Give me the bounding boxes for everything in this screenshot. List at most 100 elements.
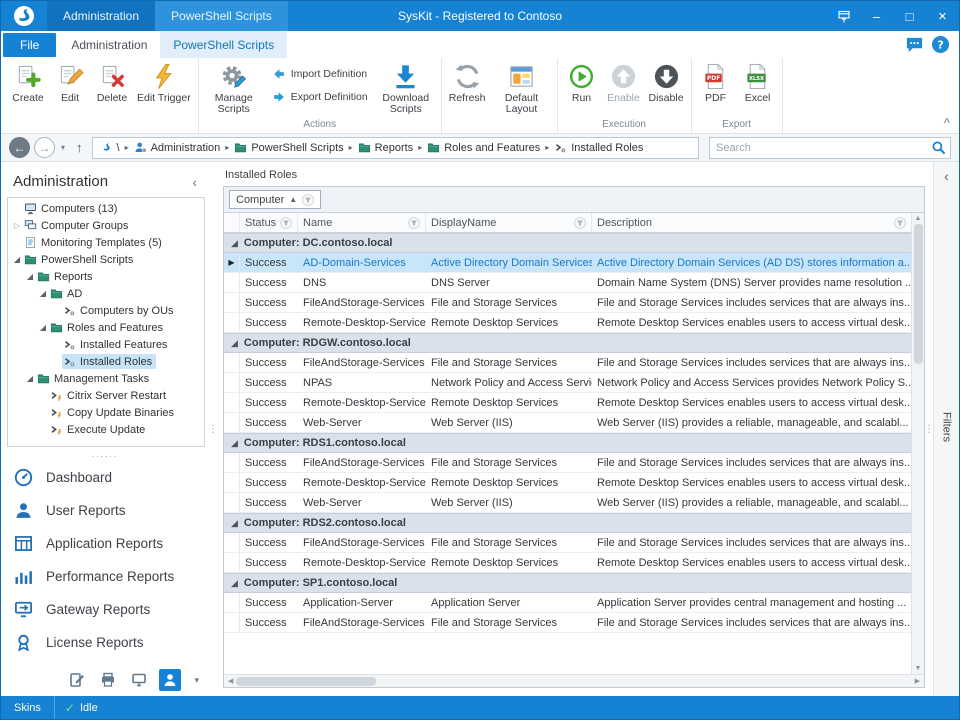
ribbon-button-edit-trigger[interactable]: Edit Trigger [133,60,195,107]
close-button[interactable]: × [926,1,959,31]
breadcrumb-root[interactable]: \ [97,141,123,154]
sidebar-item-user-reports[interactable]: User Reports [1,494,209,527]
scroll-right-icon[interactable]: ▶ [915,677,920,685]
sidebar-item-performance-reports[interactable]: Performance Reports [1,560,209,593]
scroll-left-icon[interactable]: ◀ [228,677,233,685]
table-row[interactable]: ▶SuccessAD-Domain-ServicesActive Directo… [224,253,911,273]
feedback-chat-icon[interactable] [905,35,924,54]
sidebar-splitter-handle[interactable]: ...... [1,447,209,461]
group-row[interactable]: ◢Computer: RDS1.contoso.local [224,433,911,453]
ribbon-button-create[interactable]: Create [7,60,49,107]
sidebar-item-application-reports[interactable]: Application Reports [1,527,209,560]
filter-icon[interactable] [408,217,420,229]
horizontal-scrollbar[interactable]: ◀ ▶ [224,674,924,687]
table-row[interactable]: SuccessFileAndStorage-ServicesFile and S… [224,293,911,313]
tree-item-computers-by-ous[interactable]: Computers by OUs [8,302,204,319]
scrollbar-thumb[interactable] [914,224,923,364]
table-row[interactable]: SuccessWeb-ServerWeb Server (IIS)Web Ser… [224,493,911,513]
table-row[interactable]: SuccessRemote-Desktop-ServicesRemote Des… [224,313,911,333]
scroll-down-icon[interactable]: ▼ [915,665,922,672]
skins-button[interactable]: Skins [1,696,55,719]
search-icon[interactable] [931,140,950,155]
expanded-expander-icon[interactable]: ◢ [24,272,36,281]
breadcrumb-item-installed-roles[interactable]: Installed Roles [551,141,646,154]
tree-item-installed-features[interactable]: Installed Features [8,336,204,353]
ribbon-button-enable[interactable]: Enable [603,60,645,107]
table-row[interactable]: SuccessDNSDNS ServerDomain Name System (… [224,273,911,293]
sidebar-splitter[interactable]: ⋮ [209,162,217,696]
titlebar-tab-administration[interactable]: Administration [47,1,155,31]
ribbon-button-excel[interactable]: XLSXExcel [737,60,779,107]
ribbon-tab-administration[interactable]: Administration [58,31,160,58]
expanded-expander-icon[interactable]: ◢ [37,289,49,298]
filter-icon[interactable] [574,217,586,229]
table-row[interactable]: SuccessApplication-ServerApplication Ser… [224,593,911,613]
tree-item-citrix-server-restart[interactable]: Citrix Server Restart [8,387,204,404]
ribbon-button-disable[interactable]: Disable [645,60,688,107]
group-by-pill[interactable]: Computer ▲ [229,190,321,209]
ribbon-button-pdf[interactable]: PDFPDF [695,60,737,107]
table-row[interactable]: SuccessNPASNetwork Policy and Access Ser… [224,373,911,393]
filters-splitter[interactable]: ⋮ [925,162,933,696]
ribbon-button-download-scripts[interactable]: Download Scripts [374,60,438,118]
group-row[interactable]: ◢Computer: RDS2.contoso.local [224,513,911,533]
tree-item-monitoring-templates-5[interactable]: Monitoring Templates (5) [8,234,204,251]
ribbon-button-default-layout[interactable]: Default Layout [490,60,554,118]
ribbon-button-run[interactable]: Run [561,60,603,107]
ribbon-tab-powershell-scripts[interactable]: PowerShell Scripts [160,31,287,58]
ribbon-button-edit[interactable]: Edit [49,60,91,107]
ribbon-button-refresh[interactable]: Refresh [445,60,490,107]
filter-icon[interactable] [280,217,292,229]
table-row[interactable]: SuccessFileAndStorage-ServicesFile and S… [224,353,911,373]
breadcrumb-item-roles-and-features[interactable]: Roles and Features [424,141,543,154]
expanded-expander-icon[interactable]: ◢ [37,323,49,332]
back-button[interactable]: ← [9,137,30,158]
tree-item-ad[interactable]: ◢AD [8,285,204,302]
sidebar-item-dashboard[interactable]: Dashboard [1,461,209,494]
tree-item-roles-and-features[interactable]: ◢Roles and Features [8,319,204,336]
breadcrumb-item-administration[interactable]: Administration [131,141,224,154]
filters-panel-tab[interactable]: ‹ Filters [933,162,959,696]
ribbon-button-import-definition[interactable]: Import Definition [272,67,368,81]
column-header-status[interactable]: Status [240,213,298,232]
tree-item-execute-update[interactable]: Execute Update [8,421,204,438]
ribbon-collapse-button[interactable]: ^ [944,118,950,128]
column-header-description[interactable]: Description [592,213,911,232]
filters-expand-icon[interactable]: ‹ [944,168,949,184]
pin-ribbon-button[interactable] [827,1,860,31]
ribbon-button-export-definition[interactable]: Export Definition [272,90,368,104]
column-header-name[interactable]: Name [298,213,426,232]
table-row[interactable]: SuccessRemote-Desktop-ServicesRemote Des… [224,473,911,493]
file-menu-button[interactable]: File [3,33,56,57]
filter-icon[interactable] [302,194,314,206]
group-row[interactable]: ◢Computer: RDGW.contoso.local [224,333,911,353]
table-row[interactable]: SuccessFileAndStorage-ServicesFile and S… [224,613,911,633]
vertical-scrollbar[interactable]: ▲ ▼ [911,213,924,674]
minimize-button[interactable]: – [860,1,893,31]
search-input[interactable] [710,142,931,154]
tree-item-installed-roles[interactable]: Installed Roles [8,353,204,370]
ribbon-button-manage-scripts[interactable]: Manage Scripts [202,60,266,118]
history-dropdown-icon[interactable]: ▾ [59,143,67,152]
up-button[interactable]: ↑ [76,140,83,155]
table-row[interactable]: SuccessRemote-Desktop-ServicesRemote Des… [224,553,911,573]
table-row[interactable]: SuccessWeb-ServerWeb Server (IIS)Web Ser… [224,413,911,433]
scrollbar-thumb[interactable] [236,677,376,686]
table-row[interactable]: SuccessFileAndStorage-ServicesFile and S… [224,453,911,473]
breadcrumb-item-powershell-scripts[interactable]: PowerShell Scripts [231,141,346,154]
group-row[interactable]: ◢Computer: SP1.contoso.local [224,573,911,593]
expanded-expander-icon[interactable]: ◢ [11,255,23,264]
breadcrumb-item-reports[interactable]: Reports [355,141,417,154]
module-devices-icon[interactable] [97,669,119,691]
titlebar-tab-powershell-scripts[interactable]: PowerShell Scripts [155,1,288,31]
scroll-up-icon[interactable]: ▲ [915,215,922,222]
sidebar-collapse-button[interactable]: ‹ [188,175,201,189]
ribbon-button-delete[interactable]: Delete [91,60,133,107]
help-icon[interactable]: ? [931,35,950,54]
expanded-expander-icon[interactable]: ◢ [24,374,36,383]
forward-button[interactable]: → [34,137,55,158]
tree-item-management-tasks[interactable]: ◢Management Tasks [8,370,204,387]
modules-overflow-icon[interactable]: ▾ [190,675,199,686]
column-header-displayname[interactable]: DisplayName [426,213,592,232]
sidebar-item-license-reports[interactable]: License Reports [1,626,209,659]
